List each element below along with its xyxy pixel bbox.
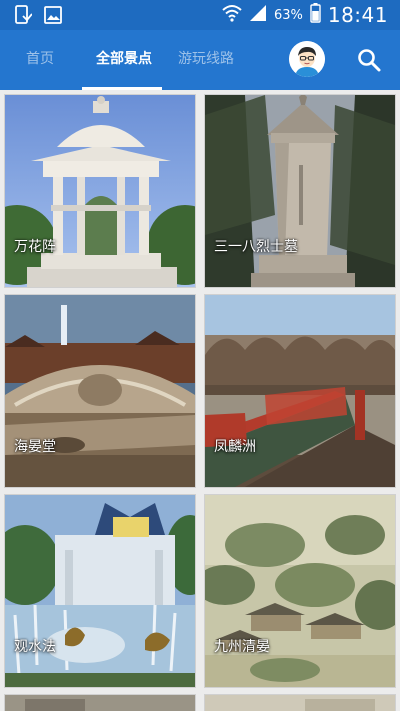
spot-photo: [205, 495, 395, 687]
tab-all-spots[interactable]: 全部景点: [96, 30, 152, 90]
user-avatar-icon[interactable]: [289, 41, 325, 77]
search-icon[interactable]: [356, 47, 382, 73]
battery-icon: [310, 3, 321, 27]
spot-card-partial[interactable]: [4, 694, 196, 711]
spot-name: 万花阵: [14, 239, 56, 255]
spot-photo: [205, 695, 395, 711]
clock: 18:41: [327, 3, 388, 27]
wifi-icon: [222, 4, 242, 26]
spot-grid: 万花阵 三一八烈士墓 海晏堂 凤麟洲 观水法 九州清晏: [0, 90, 400, 711]
spot-card[interactable]: 九州清晏: [204, 494, 396, 688]
spot-card[interactable]: 观水法: [4, 494, 196, 688]
spot-name: 海晏堂: [14, 439, 56, 455]
spot-name: 凤麟洲: [214, 439, 256, 455]
spot-photo: [5, 95, 195, 287]
status-bar-right: 63% 18:41: [222, 2, 388, 28]
spot-card[interactable]: 三一八烈士墓: [204, 94, 396, 288]
spot-name: 九州清晏: [214, 639, 270, 655]
status-bar: 63% 18:41: [0, 0, 400, 30]
spot-card[interactable]: 万花阵: [4, 94, 196, 288]
spot-name: 观水法: [14, 639, 56, 655]
spot-card[interactable]: 凤麟洲: [204, 294, 396, 488]
spot-photo: [5, 495, 195, 687]
spot-photo: [5, 695, 195, 711]
spot-photo: [205, 295, 395, 487]
spot-name: 三一八烈士墓: [214, 239, 298, 255]
phone-notification-icon: [14, 5, 33, 29]
image-notification-icon: [44, 5, 62, 29]
app-root: 63% 18:41 首页 全部景点 游玩线路 万花阵 三一八烈士墓 海晏堂 凤麟…: [0, 0, 400, 711]
app-header: 首页 全部景点 游玩线路: [0, 30, 400, 90]
battery-percent: 63%: [273, 7, 303, 23]
tab-home[interactable]: 首页: [26, 30, 54, 90]
signal-icon: [249, 4, 267, 26]
status-bar-left: [14, 5, 62, 29]
spot-photo: [205, 95, 395, 287]
spot-card-partial[interactable]: [204, 694, 396, 711]
spot-photo: [5, 295, 195, 487]
tab-routes[interactable]: 游玩线路: [178, 30, 234, 90]
spot-card[interactable]: 海晏堂: [4, 294, 196, 488]
